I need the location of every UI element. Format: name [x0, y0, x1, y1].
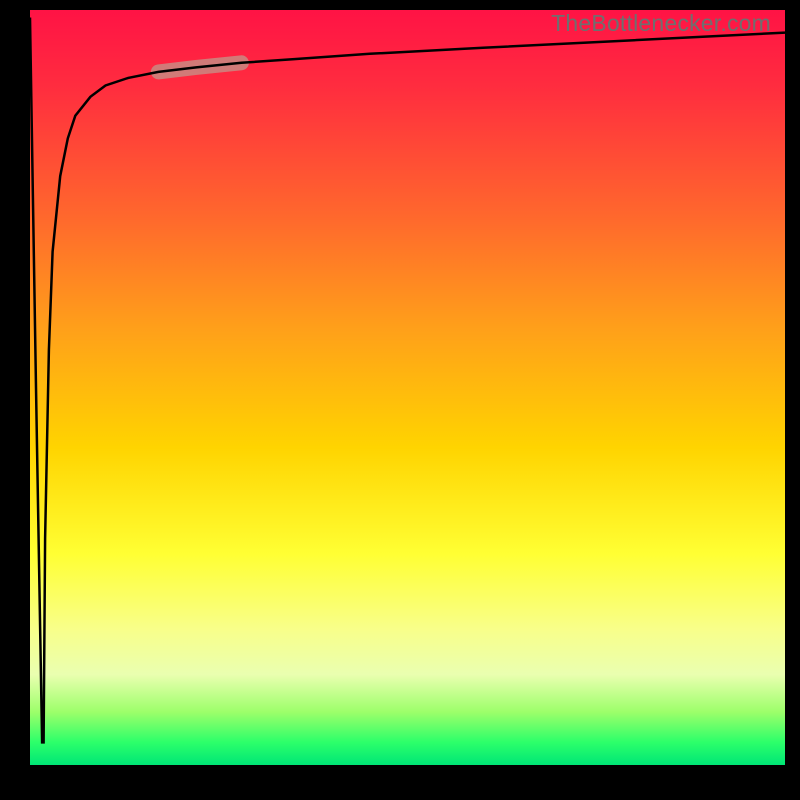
- data-curve: [30, 18, 785, 743]
- curve-svg: [30, 10, 785, 765]
- plot-area: TheBottlenecker.com: [30, 10, 785, 765]
- chart-frame: TheBottlenecker.com: [0, 0, 800, 800]
